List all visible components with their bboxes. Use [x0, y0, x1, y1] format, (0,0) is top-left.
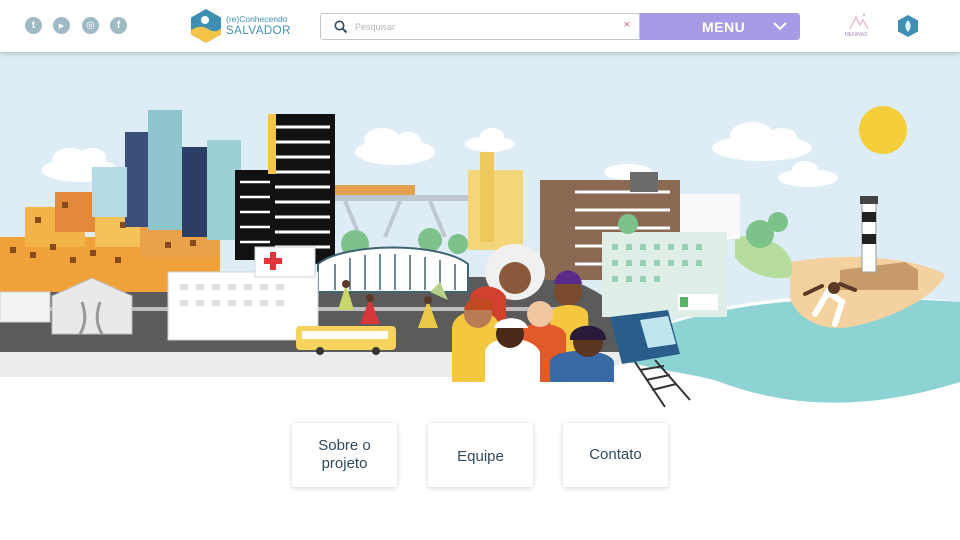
logo-hexagon-icon: [191, 9, 221, 43]
meninas-partner-logo[interactable]: MENINAS: [836, 11, 876, 41]
contact-label: Contato: [589, 446, 642, 463]
site-header: t ▶ ◎ f (re)Conhecendo SALVADOR × MENU M…: [0, 0, 960, 52]
tumblr-glyph: t: [31, 20, 36, 31]
logo-text: (re)Conhecendo SALVADOR: [226, 15, 291, 37]
search-box: ×: [320, 13, 640, 40]
salvador-city-illustration: [0, 52, 960, 412]
meninas-label: MENINAS: [845, 32, 868, 38]
facebook-glyph: f: [116, 20, 121, 31]
logo-small-text: (re)Conhecendo: [226, 14, 288, 24]
menu-label: MENU: [702, 19, 746, 35]
facebook-icon[interactable]: f: [110, 17, 127, 34]
search-icon[interactable]: [333, 19, 349, 35]
menu-button[interactable]: MENU: [640, 13, 800, 40]
chevron-down-icon: [773, 22, 787, 31]
team-label: Equipe: [457, 447, 504, 465]
about-project-card[interactable]: Sobre o projeto: [292, 423, 397, 487]
instagram-icon[interactable]: ◎: [82, 17, 99, 34]
team-card[interactable]: Equipe: [428, 423, 533, 487]
instagram-glyph: ◎: [86, 20, 95, 31]
site-logo[interactable]: (re)Conhecendo SALVADOR: [190, 8, 291, 44]
contact-card[interactable]: Contato: [563, 423, 668, 487]
sun-shape: [859, 106, 907, 154]
youtube-glyph: ▶: [58, 22, 65, 30]
clear-search-icon[interactable]: ×: [624, 19, 630, 31]
logo-big-text: SALVADOR: [226, 24, 291, 37]
about-project-label: Sobre o projeto: [318, 437, 371, 472]
youtube-icon[interactable]: ▶: [53, 17, 70, 34]
flame-partner-logo[interactable]: [897, 14, 919, 38]
search-input[interactable]: [355, 17, 613, 36]
tumblr-icon[interactable]: t: [25, 17, 42, 34]
arena-building: [317, 246, 469, 293]
